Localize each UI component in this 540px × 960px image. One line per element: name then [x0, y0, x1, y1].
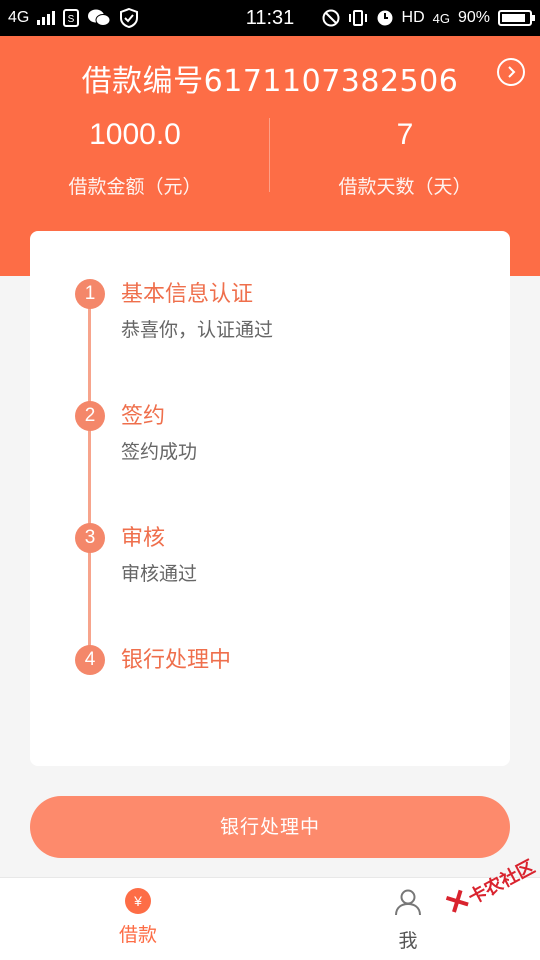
shield-icon	[120, 8, 139, 28]
step-title: 签约	[121, 404, 166, 429]
battery-level-fill	[502, 14, 525, 22]
step-description: 恭喜你，认证通过	[121, 319, 274, 341]
loan-amount-stat: 1000.0 借款金额（元）	[0, 114, 270, 198]
yen-coin-icon: ¥	[125, 888, 151, 914]
bank-processing-button[interactable]: 银行处理中	[30, 796, 510, 858]
do-not-disturb-icon	[322, 9, 340, 27]
step-number: 3	[75, 523, 105, 553]
timeline-line	[88, 295, 91, 660]
loan-amount-value: 1000.0	[89, 118, 181, 151]
step-description: 审核通过	[121, 563, 198, 585]
sim-card-icon: S	[63, 9, 80, 27]
status-bar: 4G S 11:31 HD 4G 90%	[0, 0, 540, 36]
watermark-text: 卡农社区	[465, 856, 539, 909]
loan-detail-button[interactable]	[497, 58, 525, 86]
status-right: HD 4G 90%	[322, 9, 535, 27]
step-number: 1	[75, 279, 105, 309]
loan-amount-label: 借款金额（元）	[68, 176, 202, 198]
nav-label-loan: 借款	[118, 924, 157, 946]
vibrate-icon	[348, 10, 367, 26]
chevron-right-icon	[508, 66, 516, 78]
loan-stats: 1000.0 借款金额（元） 7 借款天数（天）	[0, 114, 540, 198]
step-description: 签约成功	[121, 441, 198, 463]
network-type-right: 4G	[432, 10, 450, 26]
status-left: 4G S	[8, 8, 139, 28]
battery-percent: 90%	[457, 9, 490, 26]
loan-days-value: 7	[396, 118, 414, 151]
svg-text:S: S	[68, 14, 75, 25]
nav-item-me[interactable]: 我	[368, 888, 448, 953]
nav-item-loan[interactable]: ¥ 借款	[98, 888, 178, 947]
progress-card	[30, 231, 510, 766]
step-title: 审核	[121, 526, 166, 551]
battery-icon	[498, 10, 535, 26]
step-title: 银行处理中	[121, 648, 232, 673]
step-title: 基本信息认证	[121, 282, 254, 307]
step-number: 2	[75, 401, 105, 431]
user-icon	[395, 889, 421, 916]
alarm-clock-icon	[377, 10, 393, 26]
signal-icon	[37, 11, 56, 25]
step-number: 4	[75, 645, 105, 675]
network-type-left: 4G	[8, 9, 30, 26]
loan-days-label: 借款天数（天）	[338, 176, 472, 198]
loan-days-stat: 7 借款天数（天）	[270, 114, 540, 198]
hd-label: HD	[401, 9, 425, 26]
wechat-icon	[88, 9, 111, 26]
nav-label-me: 我	[398, 930, 418, 952]
loan-number-title: 借款编号6171107382506	[81, 64, 459, 99]
